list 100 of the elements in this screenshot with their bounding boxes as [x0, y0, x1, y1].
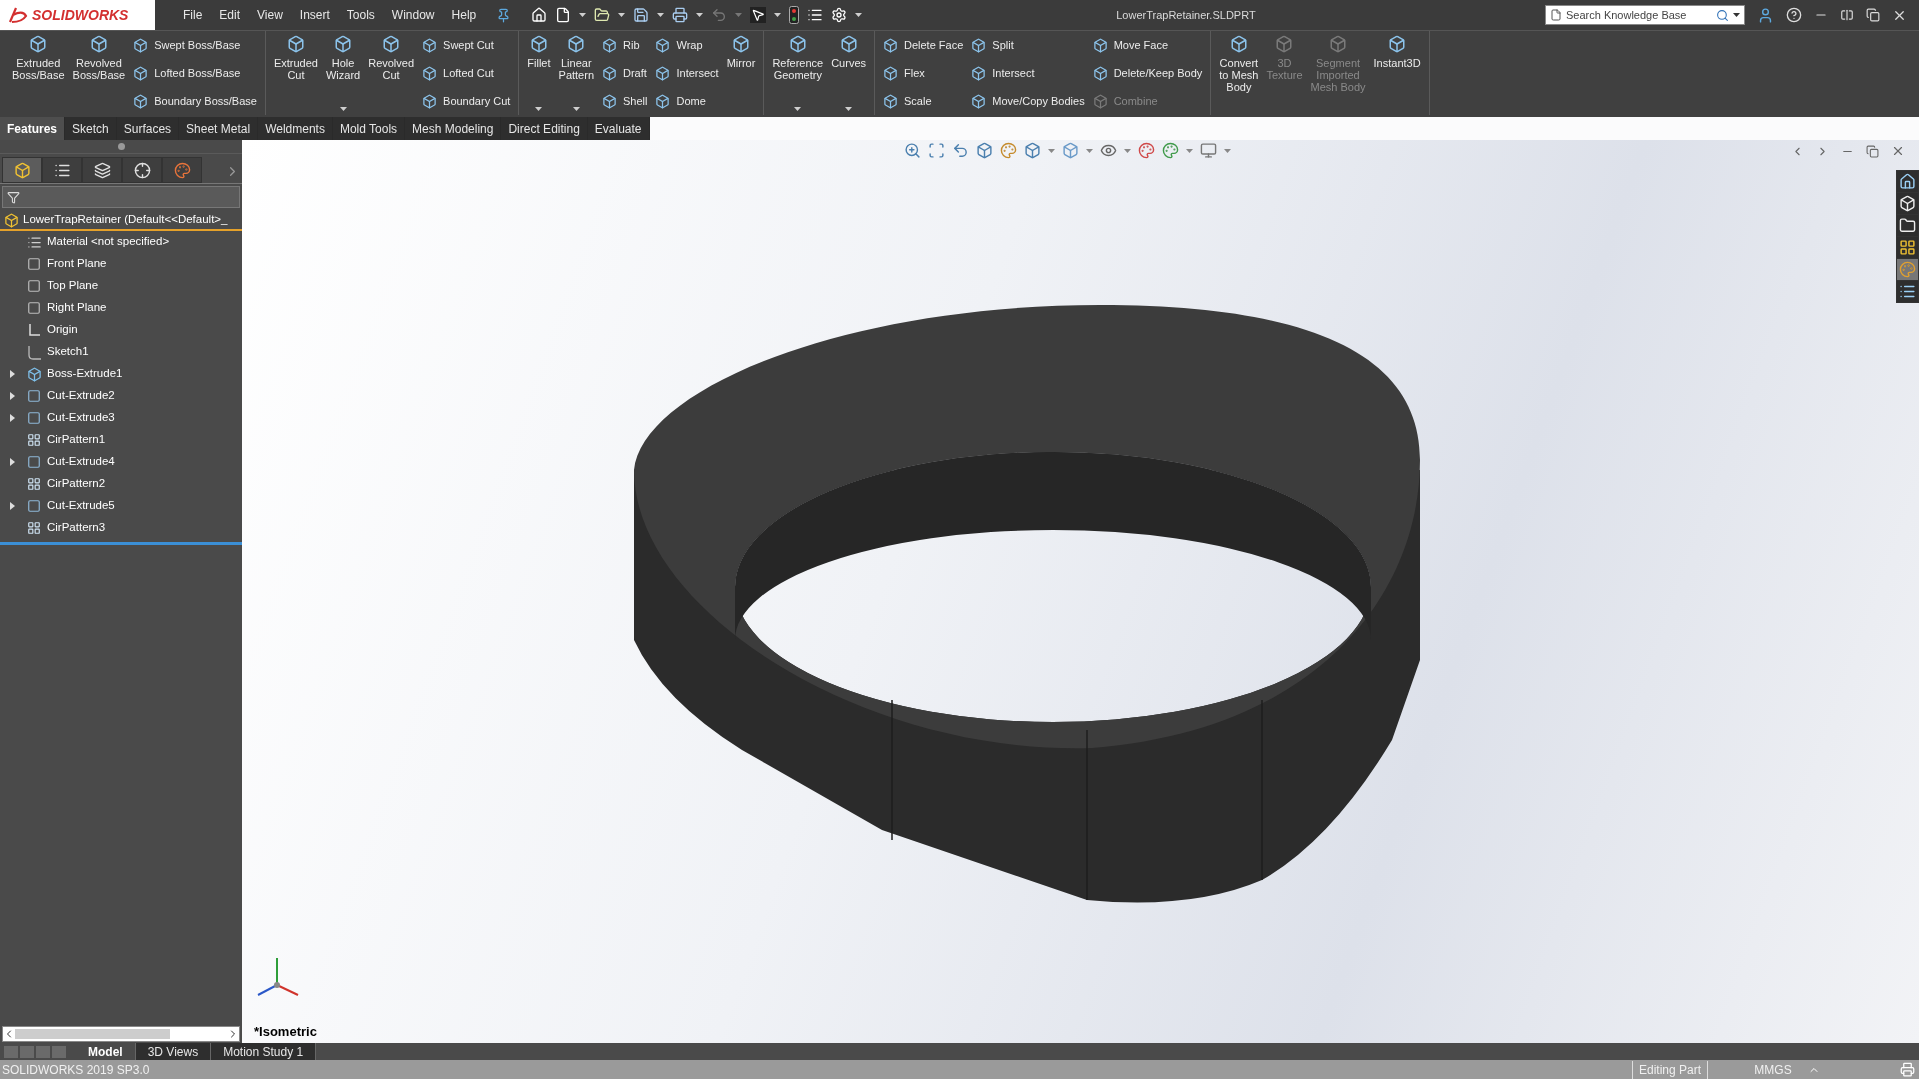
ribbon-command-button[interactable]: Boundary Boss/Base [133, 92, 257, 110]
ribbon-command-button[interactable]: Wrap [655, 36, 719, 54]
ribbon-tab[interactable]: Mesh Modeling [405, 117, 502, 140]
help-icon[interactable] [1786, 7, 1802, 23]
zoom-area-icon[interactable] [928, 142, 945, 159]
ribbon-command-button[interactable]: Mirror [722, 31, 760, 115]
tree-item[interactable]: Front Plane [47, 255, 107, 273]
ribbon-tab[interactable]: Sheet Metal [179, 117, 259, 140]
pin-icon[interactable] [496, 7, 512, 23]
restore-icon[interactable] [1866, 8, 1880, 22]
search-input[interactable]: Search Knowledge Base [1566, 6, 1712, 24]
ribbon-tab[interactable]: Evaluate [587, 117, 650, 140]
expand-arrow-icon[interactable] [9, 414, 15, 422]
ribbon-command-button[interactable]: Curves [827, 31, 870, 115]
tree-item[interactable]: Cut-Extrude3 [47, 409, 115, 427]
ribbon-tab[interactable]: Sketch [65, 117, 117, 140]
search-field[interactable]: Search Knowledge Base [1545, 5, 1745, 25]
home-icon[interactable] [531, 7, 548, 23]
ribbon-command-button[interactable]: Split [971, 36, 1085, 54]
select-icon[interactable] [750, 7, 767, 23]
menu-item[interactable]: Insert [299, 6, 330, 24]
menu-item[interactable]: Window [391, 6, 435, 24]
ribbon-command-button[interactable]: Dome [655, 92, 719, 110]
ribbon-command-button[interactable]: Delete/Keep Body [1092, 64, 1203, 82]
ribbon-command-button[interactable]: Linear Pattern [554, 31, 598, 115]
ribbon-command-button[interactable]: Shell [602, 92, 648, 110]
ribbon-command-button[interactable]: Reference Geometry [768, 31, 828, 115]
panel-tab[interactable] [42, 157, 82, 183]
ribbon-command-button[interactable]: Hole Wizard [321, 31, 365, 115]
ribbon-command-button[interactable]: Move Face [1092, 36, 1203, 54]
panel-tab[interactable] [122, 157, 162, 183]
ribbon-tab[interactable]: Features [0, 117, 66, 140]
panel-tab[interactable] [82, 157, 122, 183]
tree-item[interactable]: Cut-Extrude5 [47, 497, 115, 515]
ribbon-tab[interactable]: Surfaces [116, 117, 180, 140]
horizontal-scrollbar[interactable] [2, 1026, 240, 1042]
panel-tab[interactable] [2, 157, 42, 183]
filter-field[interactable] [2, 186, 240, 208]
ribbon-command-button[interactable]: Swept Boss/Base [133, 36, 257, 54]
appearance-icon[interactable] [1138, 142, 1155, 159]
tree-item[interactable]: CirPattern1 [47, 431, 106, 449]
save-icon[interactable] [633, 7, 650, 23]
view-orientation-icon[interactable] [1024, 142, 1041, 159]
tile-icon[interactable] [1840, 8, 1854, 22]
bottom-tab[interactable]: Motion Study 1 [211, 1043, 317, 1060]
tree-item[interactable]: Origin [47, 321, 78, 339]
ribbon-command-button[interactable]: Extruded Boss/Base [8, 31, 69, 115]
previous-view-icon[interactable] [952, 142, 969, 159]
ribbon-command-button[interactable]: Boundary Cut [422, 92, 511, 110]
expand-arrow-icon[interactable] [9, 502, 15, 510]
ribbon-command-button[interactable]: Delete Face [883, 36, 964, 54]
tree-item[interactable]: Material <not specified> [47, 233, 170, 251]
ribbon-command-button[interactable]: Convert to Mesh Body [1215, 31, 1263, 115]
tree-item[interactable]: Right Plane [47, 299, 107, 317]
ribbon-command-button[interactable]: Swept Cut [422, 36, 511, 54]
folder-icon[interactable] [1897, 215, 1918, 236]
tree-root-item[interactable]: LowerTrapRetainer (Default<<Default>_ [23, 211, 228, 229]
tree-item[interactable]: CirPattern2 [47, 475, 106, 493]
monitor-icon[interactable] [1200, 142, 1217, 159]
parts-library-icon[interactable] [1897, 193, 1918, 214]
bottom-tab[interactable]: 3D Views [135, 1043, 212, 1060]
ribbon-command-button[interactable]: Rib [602, 36, 648, 54]
ribbon-command-button[interactable]: Fillet [523, 31, 555, 115]
ribbon-command-button[interactable]: Lofted Cut [422, 64, 511, 82]
section-view-icon[interactable] [976, 142, 993, 159]
undo-icon[interactable] [711, 7, 728, 23]
ribbon-command-button[interactable]: Intersect [971, 64, 1085, 82]
menu-item[interactable]: Tools [346, 6, 375, 24]
menu-item[interactable]: Edit [219, 6, 241, 24]
tree-item[interactable]: Sketch1 [47, 343, 89, 361]
user-icon[interactable] [1757, 6, 1774, 24]
settings-icon[interactable] [831, 7, 848, 23]
splitter-handle[interactable] [117, 143, 125, 150]
traffic-light-icon[interactable] [789, 6, 800, 24]
ribbon-tab[interactable]: Mold Tools [332, 117, 406, 140]
menu-item[interactable]: Help [451, 6, 477, 24]
ribbon-command-button[interactable]: Draft [602, 64, 648, 82]
open-icon[interactable] [594, 7, 611, 23]
ribbon-command-button[interactable]: Intersect [655, 64, 719, 82]
ribbon-command-button[interactable]: Move/Copy Bodies [971, 92, 1085, 110]
expand-arrow-icon[interactable] [9, 458, 15, 466]
ribbon-command-button[interactable]: Scale [883, 92, 964, 110]
eye-icon[interactable] [1100, 142, 1117, 159]
ribbon-command-button[interactable]: Lofted Boss/Base [133, 64, 257, 82]
menu-item[interactable]: View [257, 6, 283, 24]
tree-item[interactable]: Boss-Extrude1 [47, 365, 123, 383]
ribbon-tab[interactable]: Direct Editing [501, 117, 588, 140]
ribbon-command-button[interactable]: Flex [883, 64, 964, 82]
ribbon-command-button[interactable]: Extruded Cut [269, 31, 322, 115]
ribbon-command-button[interactable]: Revolved Cut [364, 31, 419, 115]
restore-icon[interactable] [1866, 144, 1879, 158]
properties-icon[interactable] [1897, 281, 1918, 302]
close-icon[interactable] [1891, 144, 1905, 158]
ribbon-command-button[interactable]: Revolved Boss/Base [68, 31, 130, 115]
display-style-icon[interactable] [1062, 142, 1079, 159]
expand-arrow-icon[interactable] [9, 392, 15, 400]
new-document-icon[interactable] [555, 7, 572, 23]
expand-arrow-icon[interactable] [9, 370, 15, 378]
tree-item[interactable]: Cut-Extrude4 [47, 453, 115, 471]
tree-item[interactable]: Top Plane [47, 277, 99, 295]
